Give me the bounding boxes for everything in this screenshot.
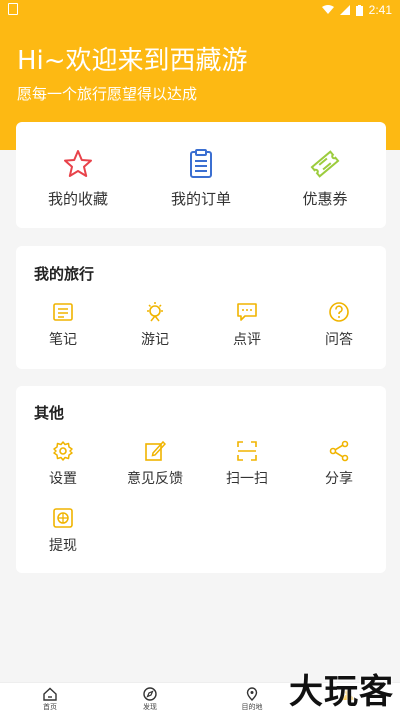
share-label: 分享: [325, 471, 353, 487]
note-icon: [53, 303, 73, 321]
scan-icon: [237, 441, 257, 461]
home-icon: [43, 687, 57, 701]
scan-label: 扫一扫: [226, 471, 268, 487]
notes-label: 笔记: [49, 332, 77, 348]
my-travel-title: 我的旅行: [34, 265, 95, 283]
ticket-icon: [310, 150, 340, 178]
clipboard-icon: [190, 149, 212, 178]
orders-label: 我的订单: [170, 190, 231, 208]
travelogue-button[interactable]: 游记: [109, 301, 201, 349]
page-title: Hi~欢迎来到西藏游: [17, 46, 248, 76]
other-card: 其他 设置 意见反馈 扫一扫 分享 提现: [16, 386, 386, 573]
tab-discover[interactable]: 发现: [120, 687, 180, 712]
withdraw-button[interactable]: 提现: [17, 507, 109, 555]
share-icon: [329, 440, 349, 462]
favorites-label: 我的收藏: [47, 190, 108, 208]
withdraw-icon: [53, 508, 73, 528]
notification-icon: [8, 3, 18, 15]
status-time: 2:41: [368, 3, 392, 17]
location-icon: [246, 687, 258, 701]
battery-icon: [355, 4, 363, 16]
reviews-button[interactable]: 点评: [201, 301, 293, 349]
settings-button[interactable]: 设置: [17, 440, 109, 488]
quick-actions-card: 我的收藏 我的订单 优惠券: [16, 122, 386, 228]
coupons-button[interactable]: 优惠券: [279, 148, 371, 209]
compass-icon: [143, 687, 157, 701]
travelogue-label: 游记: [141, 332, 169, 348]
gear-icon: [53, 441, 73, 461]
tab-home-label: 首页: [43, 703, 57, 711]
other-title: 其他: [34, 404, 65, 422]
tab-discover-label: 发现: [143, 703, 157, 711]
tab-destination[interactable]: 目的地: [222, 687, 282, 712]
settings-label: 设置: [49, 471, 77, 487]
favorites-button[interactable]: 我的收藏: [32, 148, 124, 209]
sun-icon: [147, 302, 163, 322]
feedback-button[interactable]: 意见反馈: [109, 440, 201, 488]
qa-button[interactable]: 问答: [293, 301, 385, 349]
star-icon: [64, 150, 92, 177]
withdraw-label: 提现: [49, 538, 77, 554]
comment-icon: [237, 303, 257, 321]
edit-icon: [145, 440, 166, 461]
status-bar: 2:41: [0, 0, 400, 20]
feedback-label: 意见反馈: [127, 471, 183, 487]
signal-icon: [339, 5, 350, 15]
question-icon: [329, 302, 349, 322]
page-subtitle: 愿每一个旅行愿望得以达成: [17, 85, 198, 103]
tab-home[interactable]: 首页: [20, 687, 80, 712]
notes-button[interactable]: 笔记: [17, 301, 109, 349]
coupons-label: 优惠券: [302, 190, 348, 208]
reviews-label: 点评: [233, 332, 261, 348]
tab-destination-label: 目的地: [241, 703, 263, 711]
qa-label: 问答: [325, 332, 353, 348]
wifi-icon: [321, 5, 334, 14]
my-travel-card: 我的旅行 笔记 游记 点评 问答: [16, 246, 386, 369]
share-button[interactable]: 分享: [293, 440, 385, 488]
watermark-logo: 大玩客: [289, 672, 394, 712]
scan-button[interactable]: 扫一扫: [201, 440, 293, 488]
orders-button[interactable]: 我的订单: [155, 148, 247, 209]
